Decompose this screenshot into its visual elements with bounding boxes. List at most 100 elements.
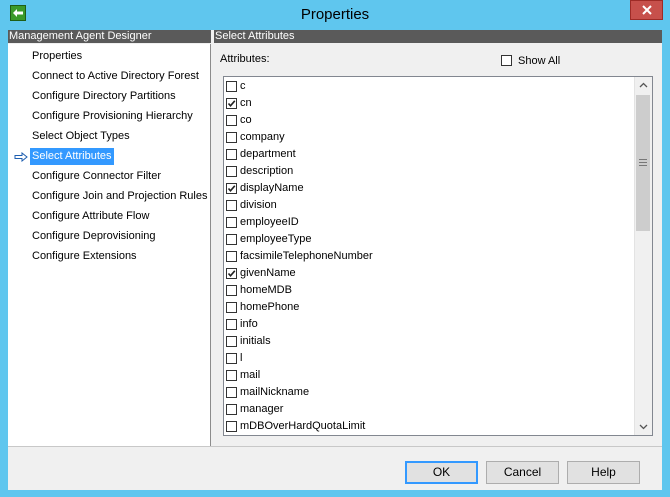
attribute-checkbox-checked[interactable] bbox=[226, 98, 237, 109]
attribute-checkbox[interactable] bbox=[226, 217, 237, 228]
attribute-checkbox[interactable] bbox=[226, 149, 237, 160]
attribute-checkbox[interactable] bbox=[226, 387, 237, 398]
attribute-name: c bbox=[240, 80, 246, 92]
attribute-row[interactable]: info bbox=[224, 316, 634, 333]
attribute-name: l bbox=[240, 352, 243, 364]
designer-header: Management Agent Designer bbox=[8, 30, 211, 43]
chevron-up-icon bbox=[639, 82, 648, 88]
attribute-row[interactable]: division bbox=[224, 197, 634, 214]
show-all-label[interactable]: Show All bbox=[518, 55, 560, 67]
attributes-label: Attributes: bbox=[220, 53, 270, 65]
nav-item[interactable]: Configure Directory Partitions bbox=[30, 88, 178, 105]
checkmark-icon bbox=[227, 100, 236, 108]
attribute-checkbox[interactable] bbox=[226, 319, 237, 330]
attribute-checkbox-checked[interactable] bbox=[226, 183, 237, 194]
attribute-row[interactable]: initials bbox=[224, 333, 634, 350]
attributes-scrollbar[interactable] bbox=[634, 77, 652, 435]
window-title: Properties bbox=[300, 6, 370, 23]
current-step-arrow-icon bbox=[14, 152, 28, 162]
attribute-checkbox[interactable] bbox=[226, 115, 237, 126]
scroll-grip-icon bbox=[639, 159, 647, 168]
close-icon bbox=[642, 5, 652, 15]
checkmark-icon bbox=[227, 185, 236, 193]
attribute-row[interactable]: description bbox=[224, 163, 634, 180]
scroll-up-button[interactable] bbox=[635, 77, 652, 94]
attribute-row[interactable]: co bbox=[224, 112, 634, 129]
attribute-checkbox[interactable] bbox=[226, 404, 237, 415]
attribute-name: homeMDB bbox=[240, 284, 292, 296]
attribute-row[interactable]: homeMDB bbox=[224, 282, 634, 299]
designer-pane: Management Agent Designer Properties Conn… bbox=[8, 30, 211, 446]
attribute-name: homePhone bbox=[240, 301, 300, 313]
attribute-name: mDBOverHardQuotaLimit bbox=[240, 420, 366, 432]
nav-item[interactable]: Configure Connector Filter bbox=[30, 168, 163, 185]
attribute-row[interactable]: department bbox=[224, 146, 634, 163]
attribute-row[interactable]: mailNickname bbox=[224, 384, 634, 401]
attribute-row[interactable]: employeeID bbox=[224, 214, 634, 231]
attribute-row[interactable]: employeeType bbox=[224, 231, 634, 248]
close-button[interactable] bbox=[630, 0, 663, 20]
attribute-row[interactable]: homePhone bbox=[224, 299, 634, 316]
scroll-down-button[interactable] bbox=[635, 418, 652, 435]
help-button[interactable]: Help bbox=[567, 461, 640, 484]
attribute-row[interactable]: manager bbox=[224, 401, 634, 418]
designer-nav-list: Properties Connect to Active Directory Fo… bbox=[8, 44, 211, 446]
attribute-checkbox[interactable] bbox=[226, 234, 237, 245]
attribute-checkbox[interactable] bbox=[226, 370, 237, 381]
attribute-row[interactable]: displayName bbox=[224, 180, 634, 197]
attributes-list[interactable]: c cn co company department description display… bbox=[223, 76, 653, 436]
show-all-box[interactable] bbox=[501, 55, 512, 66]
attribute-checkbox[interactable] bbox=[226, 302, 237, 313]
attribute-checkbox[interactable] bbox=[226, 421, 237, 432]
attribute-row[interactable]: facsimileTelephoneNumber bbox=[224, 248, 634, 265]
dialog-client: Management Agent Designer Properties Conn… bbox=[8, 30, 662, 490]
attribute-row[interactable]: mail bbox=[224, 367, 634, 384]
attribute-checkbox[interactable] bbox=[226, 285, 237, 296]
nav-item[interactable]: Configure Attribute Flow bbox=[30, 208, 151, 225]
select-attributes-header: Select Attributes bbox=[214, 30, 662, 43]
select-attributes-pane: Select Attributes Attributes: Show All c… bbox=[214, 30, 662, 446]
nav-item[interactable]: Configure Extensions bbox=[30, 248, 139, 265]
ok-button[interactable]: OK bbox=[405, 461, 478, 484]
checkmark-icon bbox=[227, 270, 236, 278]
attribute-name: initials bbox=[240, 335, 271, 347]
attribute-name: employeeType bbox=[240, 233, 312, 245]
attribute-checkbox[interactable] bbox=[226, 166, 237, 177]
chevron-down-icon bbox=[639, 424, 648, 430]
attribute-row[interactable]: l bbox=[224, 350, 634, 367]
scroll-thumb[interactable] bbox=[636, 95, 650, 231]
attribute-row[interactable]: company bbox=[224, 129, 634, 146]
attribute-checkbox[interactable] bbox=[226, 353, 237, 364]
nav-item[interactable]: Configure Deprovisioning bbox=[30, 228, 158, 245]
nav-item[interactable]: Select Object Types bbox=[30, 128, 132, 145]
attribute-name: displayName bbox=[240, 182, 304, 194]
attribute-row[interactable]: c bbox=[224, 78, 634, 95]
attribute-checkbox[interactable] bbox=[226, 200, 237, 211]
attribute-checkbox-checked[interactable] bbox=[226, 268, 237, 279]
attribute-name: facsimileTelephoneNumber bbox=[240, 250, 373, 262]
title-bar[interactable]: Properties bbox=[0, 0, 670, 30]
nav-item[interactable]: Configure Provisioning Hierarchy bbox=[30, 108, 195, 125]
attribute-name: cn bbox=[240, 97, 252, 109]
attribute-name: department bbox=[240, 148, 296, 160]
nav-item[interactable]: Connect to Active Directory Forest bbox=[30, 68, 201, 85]
cancel-button[interactable]: Cancel bbox=[486, 461, 559, 484]
attribute-checkbox[interactable] bbox=[226, 251, 237, 262]
attribute-name: info bbox=[240, 318, 258, 330]
attribute-name: employeeID bbox=[240, 216, 299, 228]
attribute-name: company bbox=[240, 131, 285, 143]
attribute-checkbox[interactable] bbox=[226, 81, 237, 92]
attribute-name: givenName bbox=[240, 267, 296, 279]
attribute-row[interactable]: givenName bbox=[224, 265, 634, 282]
attribute-name: mailNickname bbox=[240, 386, 310, 398]
attribute-row[interactable]: mDBOverHardQuotaLimit bbox=[224, 418, 634, 435]
attribute-name: co bbox=[240, 114, 252, 126]
attribute-checkbox[interactable] bbox=[226, 132, 237, 143]
attribute-row[interactable]: cn bbox=[224, 95, 634, 112]
button-bar: OK Cancel Help bbox=[8, 446, 662, 490]
nav-item[interactable]: Properties bbox=[30, 48, 84, 65]
attribute-checkbox[interactable] bbox=[226, 336, 237, 347]
nav-item[interactable]: Configure Join and Projection Rules bbox=[30, 188, 210, 205]
nav-item[interactable]: Select Attributes bbox=[30, 148, 114, 165]
properties-window: Properties Management Agent Designer Pro… bbox=[0, 0, 670, 497]
